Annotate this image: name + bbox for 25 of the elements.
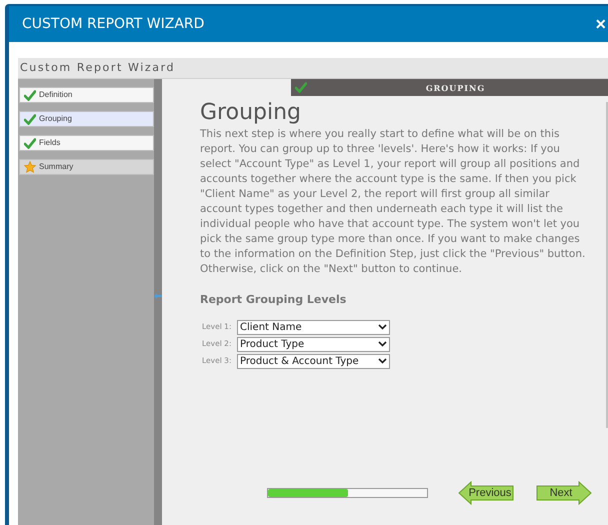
chevron-down-icon [378,324,387,330]
arrow-left-icon[interactable] [154,293,162,299]
next-button[interactable]: Next [536,481,592,505]
step-item[interactable]: Fields [19,135,154,151]
intro-paragraph: This next step is where you really start to define what will be on this report. You can group up to three 'levels'. Here's how it works: If you select "Account Type" as Level 1, your report will group all positions and accounts together where the account type is the same. If then you pick "Client Name" as your Level 2, the report will first group all similar account types together and then underneath each type it will list the individual people who have that account type. The system won't let you pick the same group type more than once. If you want to make changes to the information on the Definition Step, just click the "Previous" button. Otherwise, click on the "Next" button to continue. [200,127,586,277]
step-item[interactable]: Summary [19,159,154,175]
level-select[interactable]: Product & Account Type [237,354,390,368]
panel-title: Custom Report Wizard [20,60,176,76]
close-button[interactable]: × [595,15,606,33]
chevron-down-icon [378,341,387,347]
step-item[interactable]: Grouping [19,111,154,127]
check-icon [24,114,36,124]
check-icon [24,138,36,148]
check-icon [295,82,307,93]
level-select[interactable]: Client Name [237,320,390,334]
window-title: CUSTOM REPORT WIZARD [22,14,204,34]
step-item[interactable]: Definition [19,87,154,103]
previous-button[interactable]: Previous [458,481,514,505]
star-icon [24,161,36,173]
section-title: Report Grouping Levels [200,292,348,308]
chevron-down-icon [378,358,387,364]
level-select[interactable]: Product Type [237,336,390,352]
page-heading: Grouping [200,100,302,126]
step-header-title: GROUPING [424,82,486,94]
check-icon [24,90,36,100]
